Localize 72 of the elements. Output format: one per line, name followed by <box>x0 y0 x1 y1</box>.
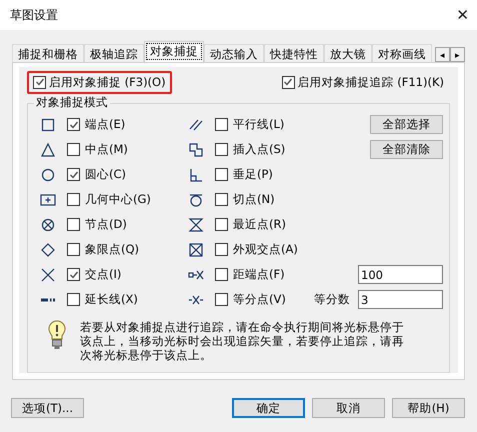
options-button[interactable]: 选项(T)... <box>11 398 84 418</box>
tab[interactable]: 放大镜 <box>324 44 372 62</box>
tangent-marker-icon <box>188 192 204 208</box>
input-field[interactable]: 100 <box>358 265 443 284</box>
diamond-marker-icon <box>40 242 56 258</box>
circle-marker-icon <box>40 166 56 182</box>
tab-scroll-button[interactable]: ▸ <box>450 47 465 62</box>
snap-mode-label: 距端点(F) <box>233 267 285 282</box>
snap-mode-label: 插入点(S) <box>233 142 286 157</box>
tab[interactable]: 对称画线 <box>372 44 432 62</box>
nearest-marker-icon <box>188 216 204 232</box>
extension-marker-icon <box>40 298 56 302</box>
snap-mode-label: 几何中心(G) <box>85 192 151 207</box>
checkbox[interactable] <box>67 243 80 256</box>
snap-mode-label: 垂足(P) <box>233 167 273 182</box>
snap-mode-label: 中点(M) <box>85 142 128 157</box>
option-label: 启用对象捕捉追踪 (F11)(K) <box>298 74 444 90</box>
field-label: 等分数 <box>314 292 350 307</box>
checkbox[interactable] <box>215 193 228 206</box>
checkbox[interactable] <box>215 243 228 256</box>
snap-mode-label: 象限点(Q) <box>85 242 140 257</box>
triangle-marker-icon <box>40 142 56 158</box>
checkbox[interactable] <box>215 168 228 181</box>
checkbox[interactable] <box>215 118 228 131</box>
input-field[interactable]: 3 <box>358 290 443 309</box>
checkbox[interactable] <box>33 76 46 88</box>
tab[interactable]: 极轴追踪 <box>84 44 144 62</box>
dialog-button[interactable]: 确定 <box>232 398 305 418</box>
checkbox[interactable] <box>215 293 228 306</box>
lightbulb-icon <box>48 320 66 350</box>
checkbox[interactable] <box>67 268 80 281</box>
option-label: 启用对象捕捉 (F3)(O) <box>49 74 166 90</box>
snap-mode-label: 外观交点(A) <box>233 242 298 257</box>
apparent-marker-icon <box>188 242 204 258</box>
checkbox[interactable] <box>67 143 80 156</box>
checkbox[interactable] <box>215 218 228 231</box>
window-title: 草图设置 <box>10 6 58 24</box>
node-marker-icon <box>40 216 56 232</box>
checkbox[interactable] <box>67 168 80 181</box>
cross-marker-icon <box>40 266 56 282</box>
snap-mode-label: 切点(N) <box>233 192 275 207</box>
insertion-marker-icon <box>188 142 204 158</box>
tab[interactable]: 动态输入 <box>204 44 264 62</box>
snap-mode-label: 最近点(R) <box>233 217 286 232</box>
close-button[interactable]: ✕ <box>456 6 469 24</box>
checkbox[interactable] <box>67 118 80 131</box>
snap-mode-label: 延长线(X) <box>85 292 138 307</box>
snap-mode-label: 端点(E) <box>85 117 126 132</box>
checkbox[interactable] <box>282 76 295 88</box>
group-button[interactable]: 全部选择 <box>370 115 443 134</box>
checkbox[interactable] <box>67 218 80 231</box>
snap-mode-label: 等分点(V) <box>233 292 286 307</box>
snap-mode-label: 交点(I) <box>85 267 122 282</box>
dialog-button[interactable]: 帮助(H) <box>392 398 465 418</box>
group-button[interactable]: 全部清除 <box>370 140 443 159</box>
tab[interactable]: 捕捉和栅格 <box>12 44 84 62</box>
hint-text: 若要从对象捕捉点进行追踪，请在命令执行期间将光标悬停于该点上，当移动光标时会出现追踪矢量，若要停止追踪，请再次将光标悬停于该点上。 <box>80 320 405 362</box>
checkbox[interactable] <box>67 193 80 206</box>
tab-scroll-button[interactable]: ◂ <box>435 47 450 62</box>
snap-mode-label: 平行线(L) <box>233 117 284 132</box>
plusbox-marker-icon <box>40 192 56 208</box>
tab[interactable]: 对象捕捉 <box>144 41 204 62</box>
checkbox[interactable] <box>67 293 80 306</box>
checkbox[interactable] <box>215 268 228 281</box>
perpendicular-marker-icon <box>188 166 204 182</box>
snap-mode-label: 节点(D) <box>85 217 127 232</box>
square-marker-icon <box>40 116 56 132</box>
group-title: 对象捕捉模式 <box>34 95 110 110</box>
checkbox[interactable] <box>215 143 228 156</box>
snap-mode-label: 圆心(C) <box>85 167 126 182</box>
tab[interactable]: 快捷特性 <box>264 44 324 62</box>
dialog-button[interactable]: 取消 <box>312 398 385 418</box>
